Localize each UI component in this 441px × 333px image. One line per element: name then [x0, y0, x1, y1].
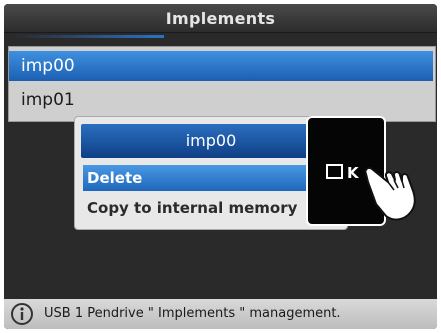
list-item-imp01[interactable]: imp01	[9, 85, 433, 115]
list-item-imp00[interactable]: imp00	[9, 51, 433, 81]
pointing-hand-icon	[364, 166, 416, 221]
info-icon	[11, 303, 33, 325]
page-title: Implements	[165, 9, 276, 28]
box-o-icon	[326, 164, 343, 179]
title-bar: Implements	[4, 4, 437, 33]
title-accent-line	[14, 35, 164, 38]
delete-option[interactable]: Delete	[83, 165, 339, 191]
copy-to-internal-memory-option[interactable]: Copy to internal memory	[83, 195, 339, 221]
ok-label: K	[326, 164, 360, 182]
status-bar: USB 1 Pendrive " Implements " management…	[4, 299, 437, 329]
popup-title: imp00	[81, 124, 341, 158]
status-text: USB 1 Pendrive " Implements " management…	[44, 306, 341, 321]
ok-label-k: K	[347, 164, 360, 182]
implements-list: imp00 imp01	[8, 46, 436, 122]
